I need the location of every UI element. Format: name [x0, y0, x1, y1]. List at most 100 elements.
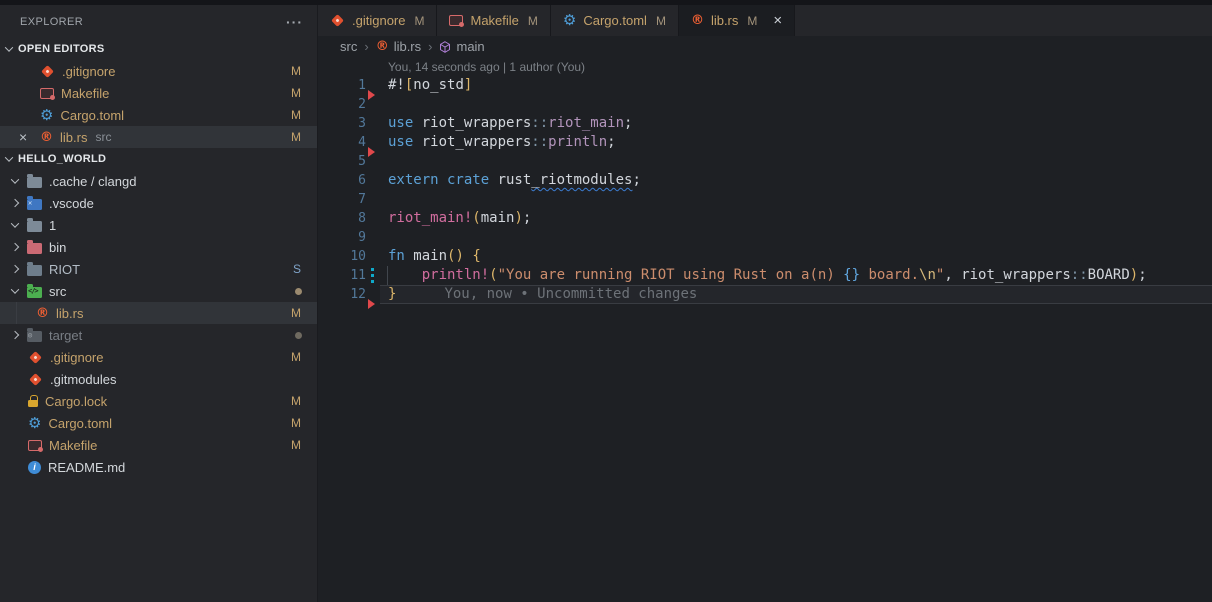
chevron-right-icon[interactable] — [11, 243, 19, 251]
tab-Makefile[interactable]: MakefileM — [437, 5, 550, 36]
code-line-10[interactable]: 10fn main() { — [318, 247, 1212, 266]
tab-.gitignore[interactable]: .gitignoreM — [318, 5, 437, 36]
tab-Cargo.toml[interactable]: ⚙Cargo.tomlM — [551, 5, 679, 36]
code-text: #![no_std] — [388, 76, 472, 95]
tree-item-.vscode[interactable]: ✕.vscode — [0, 192, 317, 214]
git-status-badge: M — [291, 306, 301, 320]
file-name: RIOT — [49, 262, 80, 277]
line-number-6[interactable]: 6 — [318, 171, 366, 190]
line-number-11[interactable]: 11 — [318, 266, 366, 285]
tree-item-.cache_clangd[interactable]: .cache / clangd — [0, 170, 317, 192]
line-number-1[interactable]: 1 — [318, 76, 366, 95]
code-line-6[interactable]: 6extern crate rust_riotmodules; — [318, 171, 1212, 190]
git-status-badge: M — [291, 438, 301, 452]
line-number-3[interactable]: 3 — [318, 114, 366, 133]
makefile-icon — [449, 15, 463, 26]
chevron-down-icon[interactable] — [11, 175, 19, 183]
tree-item-src[interactable]: </>src — [0, 280, 317, 302]
tab-lib.rs[interactable]: ®lib.rsM× — [679, 5, 795, 36]
breadcrumb-item-main[interactable]: main — [439, 39, 484, 54]
close-icon[interactable]: × — [773, 13, 782, 28]
tree-item-Cargo.lock[interactable]: Cargo.lockM — [0, 390, 317, 412]
rust-icon: ® — [691, 14, 704, 27]
explorer-actions-icon[interactable]: ··· — [286, 14, 303, 30]
line-number-8[interactable]: 8 — [318, 209, 366, 228]
code-line-7[interactable]: 7 — [318, 190, 1212, 209]
file-name: lib.rs — [60, 130, 87, 145]
close-icon[interactable]: × — [19, 130, 27, 144]
git-status-badge: M — [747, 14, 757, 28]
file-name: target — [49, 328, 82, 343]
line-number-2[interactable]: 2 — [318, 95, 366, 114]
chevron-down-icon[interactable] — [11, 285, 19, 293]
open-editor-item-Makefile[interactable]: MakefileM — [0, 82, 317, 104]
code-line-4[interactable]: 4use riot_wrappers::println; — [318, 133, 1212, 152]
git-modified-lines-marker[interactable] — [371, 268, 374, 283]
tree-item-lib.rs[interactable]: ®lib.rsM — [0, 302, 317, 324]
file-name: 1 — [49, 218, 56, 233]
rust-icon: ® — [36, 307, 49, 320]
open-editor-item-lib.rs[interactable]: ×®lib.rssrcM — [0, 126, 317, 148]
file-name: bin — [49, 240, 66, 255]
gear-icon: ⚙ — [40, 108, 53, 123]
vscode-window: EXPLORER ··· OPEN EDITORS .gitignoreMMak… — [0, 0, 1212, 602]
workspace-section-header[interactable]: HELLO_WORLD — [0, 148, 317, 170]
chevron-right-icon[interactable] — [11, 265, 19, 273]
line-number-9[interactable]: 9 — [318, 228, 366, 247]
chevron-right-icon[interactable] — [11, 199, 19, 207]
tree-item-Cargo.toml[interactable]: ⚙Cargo.tomlM — [0, 412, 317, 434]
tree-item-.gitmodules[interactable]: .gitmodules — [0, 368, 317, 390]
line-number-5[interactable]: 5 — [318, 152, 366, 171]
file-name: .gitignore — [62, 64, 115, 79]
code-line-8[interactable]: 8riot_main!(main); — [318, 209, 1212, 228]
code-line-9[interactable]: 9 — [318, 228, 1212, 247]
breadcrumb-label: main — [456, 39, 484, 54]
file-name: .gitignore — [50, 350, 103, 365]
open-editors-label: OPEN EDITORS — [18, 43, 105, 55]
rust-icon: ® — [40, 131, 53, 144]
chevron-right-icon[interactable] — [11, 331, 19, 339]
tree-item-Makefile[interactable]: MakefileM — [0, 434, 317, 456]
open-editor-item-.gitignore[interactable]: .gitignore M — [0, 60, 317, 82]
tree-item-1[interactable]: 1 — [0, 214, 317, 236]
open-editor-item-Cargo.toml[interactable]: ⚙Cargo.tomlM — [0, 104, 317, 126]
code-line-2[interactable]: 2 — [318, 95, 1212, 114]
breadcrumb: src›®lib.rs›main — [318, 36, 1212, 57]
line-number-7[interactable]: 7 — [318, 190, 366, 209]
gear-icon: ⚙ — [563, 13, 576, 28]
git-status-badge: M — [291, 64, 301, 78]
code-editor: 1 #![no_std]23use riot_wrappers::riot_mai… — [318, 76, 1212, 304]
code-line-12[interactable]: 12}You, now • Uncommitted changes — [318, 285, 1212, 304]
line-number-12[interactable]: 12 — [318, 285, 366, 304]
sidebar-header: EXPLORER ··· — [0, 5, 317, 38]
open-editors-section-header[interactable]: OPEN EDITORS — [0, 38, 317, 60]
git-status-badge: M — [291, 394, 301, 408]
git-status-badge: M — [291, 350, 301, 364]
rust-icon: ® — [376, 40, 389, 53]
tree-item-README.md[interactable]: iREADME.md — [0, 456, 317, 478]
chevron-down-icon[interactable] — [11, 219, 19, 227]
code-line-1[interactable]: 1 #![no_std] — [318, 76, 1212, 95]
breadcrumb-item-src[interactable]: src — [340, 39, 357, 54]
breadcrumb-item-lib.rs[interactable]: ®lib.rs — [376, 39, 421, 54]
code-line-3[interactable]: 3use riot_wrappers::riot_main; — [318, 114, 1212, 133]
codelens-blame[interactable]: You, 14 seconds ago | 1 author (You) — [318, 57, 1212, 76]
breadcrumb-separator: › — [428, 39, 432, 54]
cube-icon — [439, 41, 451, 53]
file-name: .gitmodules — [50, 372, 116, 387]
line-number-4[interactable]: 4 — [318, 133, 366, 152]
tree-item-RIOT[interactable]: RIOTS — [0, 258, 317, 280]
code-line-5[interactable]: 5 — [318, 152, 1212, 171]
tree-item-bin[interactable]: bin — [0, 236, 317, 258]
code-line-11[interactable]: 11 println!("You are running RIOT using … — [318, 266, 1212, 285]
tree-item-.gitignore[interactable]: .gitignore M — [0, 346, 317, 368]
tree-item-target[interactable]: ◎target — [0, 324, 317, 346]
git-deleted-lines-marker[interactable] — [368, 90, 375, 100]
git-status-badge: M — [291, 86, 301, 100]
file-name: .vscode — [49, 196, 94, 211]
file-name: .cache / clangd — [49, 174, 136, 189]
folder-icon — [27, 221, 42, 232]
line-number-10[interactable]: 10 — [318, 247, 366, 266]
git-deleted-lines-marker[interactable] — [368, 147, 375, 157]
git-deleted-lines-marker[interactable] — [368, 299, 375, 309]
